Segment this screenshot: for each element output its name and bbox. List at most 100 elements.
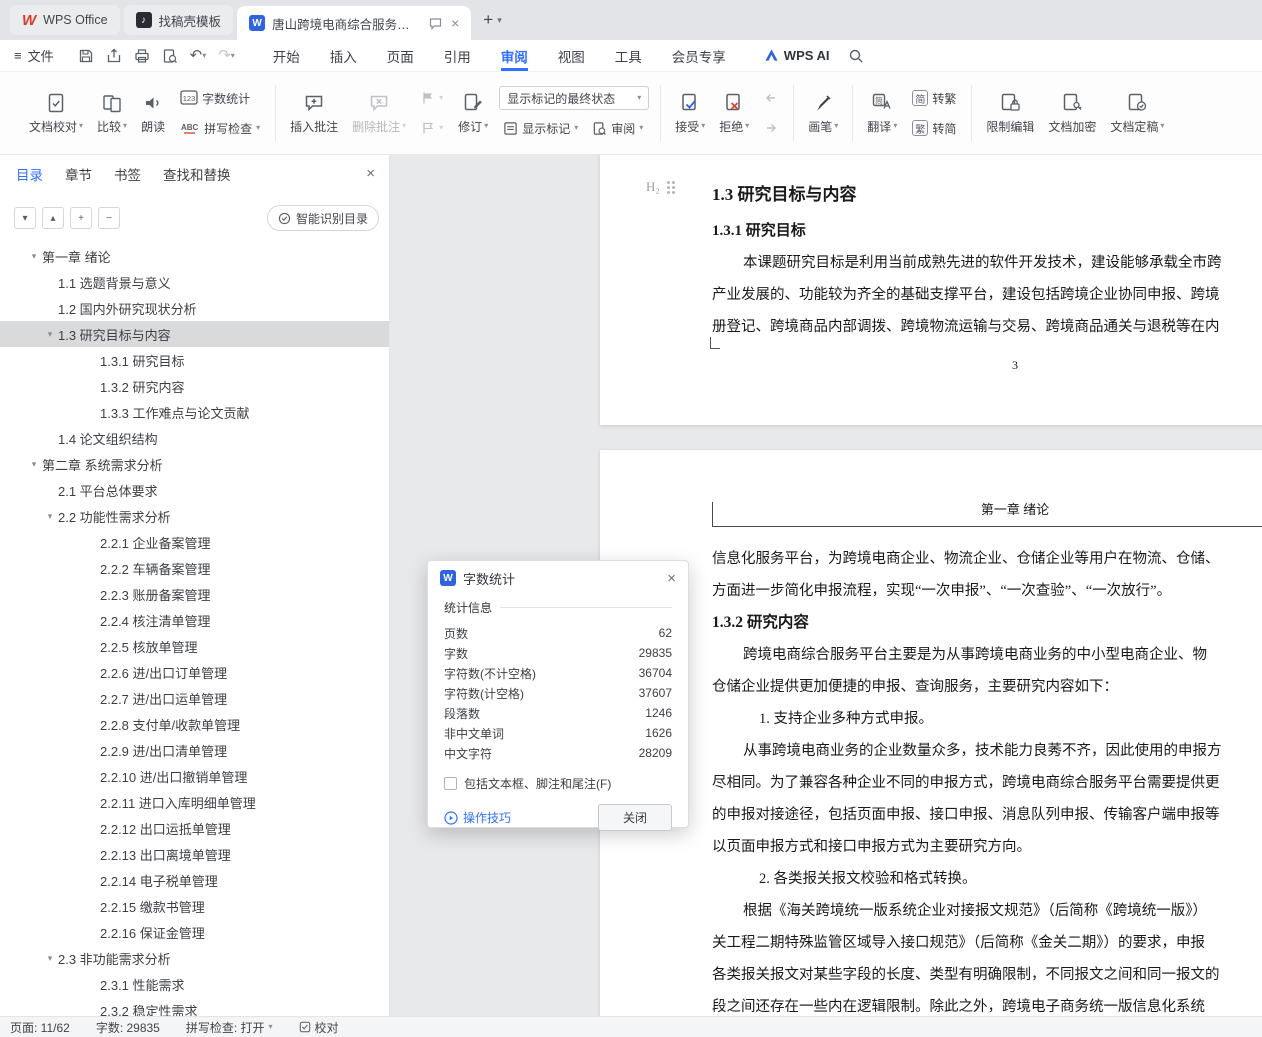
sidebar-tab[interactable]: 书签: [114, 164, 141, 184]
toc-item[interactable]: 2.3.2 稳定性需求: [0, 997, 389, 1017]
doc-proofread-button[interactable]: 文档校对 ▾: [22, 79, 90, 147]
menu-tab[interactable]: 引用: [444, 40, 471, 71]
close-sidebar-icon[interactable]: ×: [366, 165, 375, 182]
sidebar-tab[interactable]: 查找和替换: [163, 164, 231, 184]
markup-state-dropdown[interactable]: 显示标记的最终状态 ▾: [499, 86, 650, 110]
toc-item[interactable]: 2.2.2 车辆备案管理: [0, 555, 389, 581]
close-button[interactable]: 关闭: [598, 804, 672, 831]
word-count-button[interactable]: 123 字数统计: [176, 86, 264, 110]
toc-item[interactable]: ▾ 2.3 非功能需求分析: [0, 945, 389, 971]
track-changes-button[interactable]: 修订 ▾: [451, 79, 495, 147]
toc-item[interactable]: 2.2.15 缴款书管理: [0, 893, 389, 919]
export-icon[interactable]: [106, 48, 122, 64]
previous-change-button[interactable]: [760, 86, 782, 110]
new-tab-button[interactable]: + ▾: [483, 10, 501, 30]
toc-item[interactable]: ▾ 1.3 研究目标与内容: [0, 321, 389, 347]
toc-item[interactable]: 1.2 国内外研究现状分析: [0, 295, 389, 321]
read-aloud-button[interactable]: 朗读: [134, 79, 172, 147]
expand-all-button[interactable]: +: [70, 207, 92, 229]
toc-item[interactable]: 2.2.1 企业备案管理: [0, 529, 389, 555]
expand-arrow-icon[interactable]: ▾: [42, 329, 58, 340]
toc-item[interactable]: 1.3.1 研究目标: [0, 347, 389, 373]
close-dialog-icon[interactable]: ×: [667, 570, 676, 587]
expand-arrow-icon[interactable]: ▾: [26, 459, 42, 470]
collapse-all-button[interactable]: −: [98, 207, 120, 229]
toc-item[interactable]: 2.2.16 保证金管理: [0, 919, 389, 945]
expand-arrow-icon[interactable]: ▾: [42, 953, 58, 964]
toc-item[interactable]: 2.2.9 进/出口清单管理: [0, 737, 389, 763]
spellcheck-indicator[interactable]: 拼写检查: 打开 ▾: [186, 1019, 273, 1036]
compare-button[interactable]: 比较 ▾: [90, 79, 134, 147]
restrict-editing-button[interactable]: 限制编辑: [979, 79, 1041, 147]
redo-button[interactable]: ↷ ▾: [218, 48, 235, 63]
expand-arrow-icon[interactable]: ▾: [26, 251, 42, 262]
menu-tab[interactable]: 插入: [330, 40, 357, 71]
chevron-down-button[interactable]: ▾: [14, 207, 36, 229]
accept-button[interactable]: 接受 ▾: [668, 79, 712, 147]
simplified-to-traditional-button[interactable]: 简 转繁: [908, 86, 960, 110]
sidebar-tab[interactable]: 目录: [16, 164, 43, 184]
toc-item[interactable]: 2.2.3 账册备案管理: [0, 581, 389, 607]
search-button[interactable]: [848, 48, 864, 64]
save-icon[interactable]: [78, 48, 94, 64]
expand-arrow-icon[interactable]: ▾: [42, 511, 58, 522]
reject-button[interactable]: 拒绝 ▾: [712, 79, 756, 147]
traditional-to-simplified-button[interactable]: 繁 转简: [908, 116, 960, 140]
previous-comment-button[interactable]: ▾: [417, 86, 447, 110]
encrypt-document-button[interactable]: 文档加密: [1041, 79, 1103, 147]
menu-tab[interactable]: 审阅: [500, 40, 528, 71]
show-markup-button[interactable]: 显示标记 ▾: [499, 116, 582, 140]
menu-tab[interactable]: 开始: [273, 40, 300, 71]
undo-button[interactable]: ↶ ▾: [190, 48, 207, 63]
insert-comment-button[interactable]: 插入批注: [283, 79, 345, 147]
toc-item[interactable]: 1.3.2 研究内容: [0, 373, 389, 399]
spell-check-button[interactable]: ABC 拼写检查 ▾: [176, 116, 264, 140]
next-comment-button[interactable]: ▾: [417, 116, 447, 140]
menu-tab[interactable]: 视图: [558, 40, 585, 71]
tips-link[interactable]: 操作技巧: [444, 809, 511, 826]
toc-item[interactable]: ▾ 第一章 绪论: [0, 243, 389, 269]
menu-tab[interactable]: 会员专享: [672, 40, 726, 71]
toc-item[interactable]: ▾ 2.2 功能性需求分析: [0, 503, 389, 529]
toc-item[interactable]: 2.3.1 性能需求: [0, 971, 389, 997]
print-icon[interactable]: [134, 48, 150, 64]
menu-tab[interactable]: 页面: [387, 40, 414, 71]
menu-tab[interactable]: 工具: [615, 40, 642, 71]
file-menu-button[interactable]: ≡ 文件: [0, 46, 68, 65]
page-indicator[interactable]: 页面: 11/62: [10, 1019, 70, 1036]
toc-item[interactable]: 2.2.5 核放单管理: [0, 633, 389, 659]
print-preview-icon[interactable]: [162, 48, 178, 64]
heading-level-marker[interactable]: H₂: [646, 179, 670, 195]
chevron-up-button[interactable]: ▴: [42, 207, 64, 229]
finalize-document-button[interactable]: 文档定稿 ▾: [1103, 79, 1171, 147]
dialog-title-bar[interactable]: W 字数统计 ×: [428, 561, 688, 595]
toc-item[interactable]: 2.1 平台总体要求: [0, 477, 389, 503]
tab-wps-home[interactable]: W WPS Office: [10, 5, 120, 35]
toc-item[interactable]: 2.2.8 支付单/收款单管理: [0, 711, 389, 737]
pen-button[interactable]: 画笔 ▾: [801, 79, 845, 147]
toc-item[interactable]: 2.2.11 进口入库明细单管理: [0, 789, 389, 815]
toc-item[interactable]: 2.2.4 核注清单管理: [0, 607, 389, 633]
toc-item[interactable]: 2.2.14 电子税单管理: [0, 867, 389, 893]
proofread-indicator[interactable]: 校对: [299, 1019, 339, 1036]
toc-item[interactable]: 2.2.13 出口离境单管理: [0, 841, 389, 867]
tab-current-document[interactable]: W 唐山跨境电商综合服务平台的 ×: [237, 6, 472, 40]
toc-item[interactable]: 2.2.7 进/出口运单管理: [0, 685, 389, 711]
tab-template-doc[interactable]: ♪ 找稿壳模板: [123, 5, 234, 35]
document-page-3[interactable]: H₂ 1.3 研究目标与内容 1.3.1 研究目标 本课题研究目标是利用当前成熟…: [600, 155, 1262, 425]
include-textbox-checkbox-row[interactable]: 包括文本框、脚注和尾注(F): [444, 775, 672, 792]
toc-item[interactable]: 2.2.12 出口运抵单管理: [0, 815, 389, 841]
delete-comment-button[interactable]: 删除批注 ▾: [345, 79, 413, 147]
word-count-indicator[interactable]: 字数: 29835: [96, 1019, 160, 1036]
toc-item[interactable]: 2.2.10 进/出口撤销单管理: [0, 763, 389, 789]
close-tab-icon[interactable]: ×: [451, 15, 459, 31]
translate-button[interactable]: 简 翻译 ▾: [860, 79, 904, 147]
smart-toc-button[interactable]: 智能识别目录: [266, 205, 379, 231]
toc-item[interactable]: 2.2.6 进/出口订单管理: [0, 659, 389, 685]
toc-item[interactable]: 1.1 选题背景与意义: [0, 269, 389, 295]
document-page-4[interactable]: 第一章 绪论 信息化服务平台，为跨境电商企业、物流企业、仓储企业等用户在物流、仓…: [600, 450, 1262, 1016]
review-button[interactable]: 审阅 ▾: [588, 116, 647, 140]
drag-handle-icon[interactable]: [666, 180, 670, 184]
next-change-button[interactable]: [760, 116, 782, 140]
toc-item[interactable]: 1.4 论文组织结构: [0, 425, 389, 451]
